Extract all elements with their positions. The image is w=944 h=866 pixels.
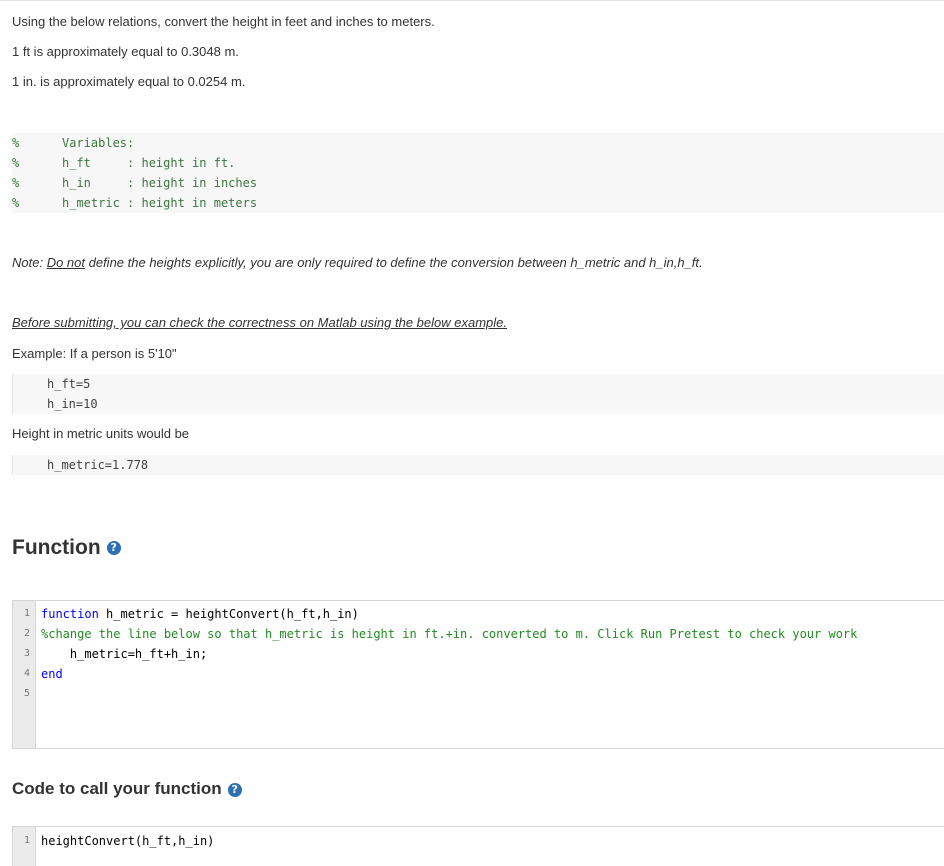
example-code-line: h_in=10: [47, 397, 98, 411]
note-prefix: Note:: [12, 255, 47, 270]
code-line-3[interactable]: h_metric=h_ft+h_in;: [41, 644, 207, 664]
instruction-line-2: 1 ft is approximately equal to 0.3048 m.: [12, 44, 239, 59]
instruction-line-3: 1 in. is approximately equal to 0.0254 m…: [12, 74, 246, 89]
call-function-title: Code to call your function: [12, 779, 222, 798]
comment-marker: %: [12, 196, 20, 210]
help-icon[interactable]: ?: [106, 541, 121, 556]
variables-code-block: % Variables: % h_ft : height in ft. % h_in …: [12, 133, 944, 213]
comment-marker: %: [12, 176, 20, 190]
keyword-function: function: [41, 607, 99, 621]
example-label: Example: If a person is 5'10": [12, 346, 177, 361]
variables-line: h_ft : height in ft.: [62, 156, 236, 170]
help-icon[interactable]: ?: [227, 782, 242, 797]
function-title: Function: [12, 536, 101, 559]
line-number-gutter: 1: [13, 827, 36, 866]
code-line-1[interactable]: function h_metric = heightConvert(h_ft,h…: [41, 604, 359, 624]
metric-code-block: h_metric=1.778: [12, 455, 944, 475]
line-number: 3: [23, 648, 30, 659]
comment-marker: %: [12, 136, 20, 150]
line-number-gutter: 1 2 3 4 5: [13, 601, 36, 748]
line-number: 4: [23, 668, 30, 679]
example-code-block: h_ft=5 h_in=10: [12, 374, 944, 414]
example-code-line: h_ft=5: [47, 377, 91, 391]
before-submitting-text: Before submitting, you can check the cor…: [12, 315, 507, 330]
call-code-editor[interactable]: 1 heightConvert(h_ft,h_in): [12, 826, 944, 866]
note-emphasis: Do not: [46, 255, 85, 270]
call-function-heading: Code to call your function?: [12, 778, 242, 800]
metric-code-line: h_metric=1.778: [47, 458, 149, 472]
variables-line: h_in : height in inches: [62, 176, 258, 190]
metric-label: Height in metric units would be: [12, 426, 190, 441]
code-line-4-end[interactable]: end: [41, 664, 63, 684]
note-rest: define the heights explicitly, you are o…: [85, 255, 703, 270]
call-code-line[interactable]: heightConvert(h_ft,h_in): [41, 831, 214, 851]
top-divider: [0, 0, 944, 1]
variables-line: Variables:: [62, 136, 135, 150]
function-heading: Function?: [12, 535, 121, 561]
function-code-editor[interactable]: 1 2 3 4 5 function h_metric = heightConv…: [12, 600, 944, 749]
instruction-line-1: Using the below relations, convert the h…: [12, 14, 435, 29]
code-text: h_metric = heightConvert(h_ft,h_in): [98, 607, 359, 621]
code-line-2-comment[interactable]: %change the line below so that h_metric …: [41, 624, 857, 644]
line-number: 5: [23, 688, 30, 699]
note-text: Note: Do not define the heights explicit…: [12, 255, 703, 271]
line-number: 1: [23, 835, 30, 846]
line-number: 2: [23, 628, 30, 639]
variables-line: h_metric : height in meters: [62, 196, 258, 210]
line-number: 1: [23, 608, 30, 619]
comment-marker: %: [12, 156, 20, 170]
